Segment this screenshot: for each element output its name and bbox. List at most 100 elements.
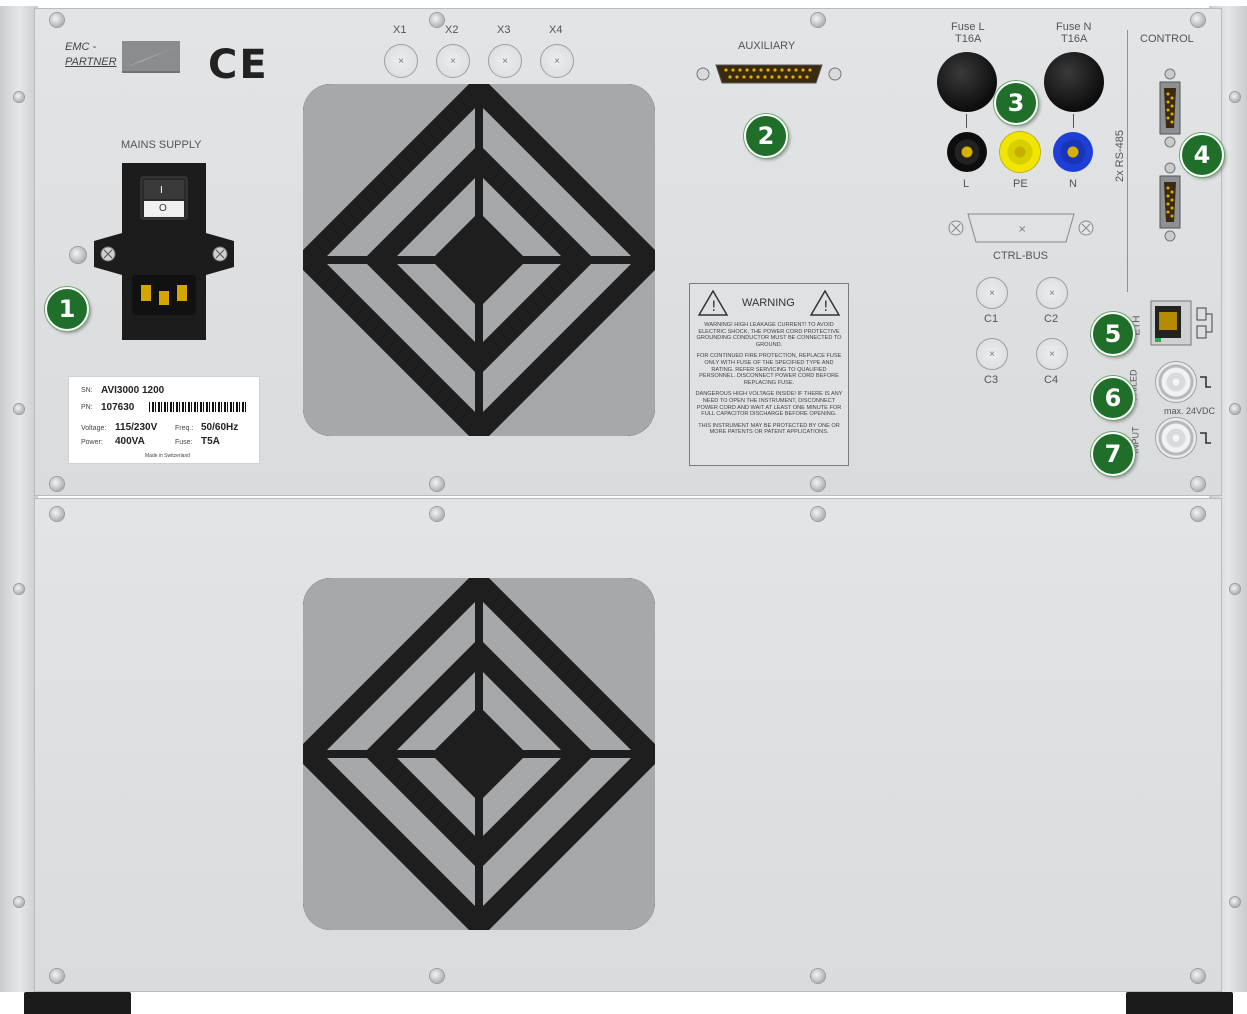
max-voltage-label: max. 24VDC bbox=[1164, 406, 1216, 416]
coupling-c1-socket[interactable]: × bbox=[976, 277, 1008, 309]
callout-7: 7 bbox=[1091, 432, 1135, 476]
callout-2: 2 bbox=[744, 114, 788, 158]
warning-triangle-icon: ! bbox=[698, 290, 728, 316]
fuse-key: Fuse: bbox=[175, 439, 193, 446]
fuse-l-line bbox=[966, 114, 967, 128]
fuse-n-label: Fuse N bbox=[1056, 21, 1092, 33]
callout-5: 5 bbox=[1091, 312, 1135, 356]
x3-label: X3 bbox=[497, 24, 511, 36]
output-x2-socket[interactable]: × bbox=[436, 44, 470, 78]
l-socket[interactable] bbox=[947, 132, 987, 172]
freq-key: Freq.: bbox=[175, 425, 194, 432]
sn-value: AVI3000 1200 bbox=[101, 385, 165, 396]
made-in: Made in Switzerland bbox=[145, 453, 191, 459]
screw-icon bbox=[1191, 969, 1205, 983]
power-value: 400VA bbox=[115, 436, 145, 447]
bnc-failed-output[interactable] bbox=[1156, 362, 1196, 402]
screw-icon bbox=[811, 969, 825, 983]
screw-icon bbox=[14, 584, 24, 594]
warning-paragraph: THIS INSTRUMENT MAY BE PROTECTED BY ONE … bbox=[698, 422, 840, 436]
voltage-key: Voltage: bbox=[81, 425, 107, 432]
voltage-value: 115/230V bbox=[115, 422, 158, 433]
rs485-port-2[interactable] bbox=[1157, 162, 1183, 242]
c4-label: C4 bbox=[1044, 374, 1059, 386]
screw-icon bbox=[1230, 404, 1240, 414]
fuse-n-line bbox=[1073, 114, 1074, 128]
pe-socket-label: PE bbox=[1013, 178, 1028, 190]
dsub-port-icon bbox=[1159, 162, 1181, 242]
warning-title: WARNING bbox=[742, 297, 795, 309]
pe-socket[interactable] bbox=[1000, 132, 1040, 172]
dsub-connector-icon: × bbox=[948, 213, 1094, 243]
screw-icon bbox=[50, 13, 64, 27]
fuse-value: T5A bbox=[201, 436, 220, 447]
control-divider bbox=[1127, 30, 1128, 292]
screw-icon bbox=[14, 897, 24, 907]
ctrl-bus-connector[interactable]: × bbox=[946, 212, 1096, 244]
dsub-port-icon bbox=[1159, 68, 1181, 148]
upper-fan-grille bbox=[303, 84, 655, 436]
screw-icon bbox=[430, 13, 444, 27]
mains-inlet-housing-icon bbox=[94, 163, 234, 340]
control-label: CONTROL bbox=[1140, 33, 1194, 45]
coupling-c2-socket[interactable]: × bbox=[1036, 277, 1068, 309]
screw-icon bbox=[14, 404, 24, 414]
fuse-n-holder[interactable] bbox=[1044, 52, 1104, 112]
output-x3-socket[interactable]: × bbox=[488, 44, 522, 78]
fuse-l-holder[interactable] bbox=[937, 52, 997, 112]
screw-icon bbox=[1230, 92, 1240, 102]
screw-icon bbox=[811, 507, 825, 521]
barcode bbox=[149, 402, 247, 412]
n-socket[interactable] bbox=[1053, 132, 1093, 172]
screw-icon bbox=[430, 507, 444, 521]
screw-icon bbox=[430, 477, 444, 491]
ctrl-bus-label: CTRL-BUS bbox=[993, 250, 1049, 262]
coupling-c4-socket[interactable]: × bbox=[1036, 338, 1068, 370]
left-foot bbox=[24, 992, 131, 1014]
brand-line-1: EMC - bbox=[65, 41, 97, 53]
warning-label: ! ! WARNING WARNING! HIGH LEAKAGE CURREN… bbox=[689, 283, 849, 466]
freq-value: 50/60Hz bbox=[201, 422, 239, 433]
chassis-left-rail bbox=[0, 6, 38, 992]
output-x1-socket[interactable]: × bbox=[384, 44, 418, 78]
svg-text:!: ! bbox=[823, 299, 829, 315]
screw-icon bbox=[50, 477, 64, 491]
screw-icon bbox=[1230, 897, 1240, 907]
brand-logo: EMC - PARTNER bbox=[64, 40, 184, 74]
pn-value: 107630 bbox=[101, 402, 135, 413]
n-socket-label: N bbox=[1069, 178, 1077, 190]
coupling-c3-socket[interactable]: × bbox=[976, 338, 1008, 370]
warning-text: WARNING! HIGH LEAKAGE CURRENT! TO AVOID … bbox=[694, 322, 844, 436]
ethernet-port[interactable] bbox=[1150, 300, 1192, 346]
ethernet-port-icon bbox=[1150, 300, 1192, 346]
rs485-label: 2x RS-485 bbox=[1113, 130, 1126, 182]
svg-text:!: ! bbox=[711, 299, 717, 315]
switch-off-symbol: O bbox=[159, 203, 167, 214]
svg-text:×: × bbox=[1018, 224, 1026, 235]
auxiliary-connector[interactable] bbox=[694, 62, 844, 86]
callout-6: 6 bbox=[1091, 376, 1135, 420]
screw-icon bbox=[811, 477, 825, 491]
fan-grille-icon bbox=[303, 578, 655, 930]
power-key: Power: bbox=[81, 439, 103, 446]
l-socket-label: L bbox=[963, 178, 970, 190]
mains-inlet[interactable]: I O bbox=[94, 163, 234, 340]
bnc-trigger-input[interactable] bbox=[1156, 418, 1196, 458]
rs485-port-1[interactable] bbox=[1157, 68, 1183, 148]
rating-label: SN: AVI3000 1200 PN: 107630 Voltage: 115… bbox=[68, 376, 260, 464]
brand-swoosh-icon bbox=[122, 41, 180, 73]
dsub-connector-icon bbox=[696, 64, 842, 84]
x4-label: X4 bbox=[549, 24, 563, 36]
callout-4: 4 bbox=[1180, 133, 1224, 177]
network-symbol-icon bbox=[1196, 307, 1213, 339]
output-x4-socket[interactable]: × bbox=[540, 44, 574, 78]
screw-icon bbox=[811, 13, 825, 27]
screw-icon bbox=[430, 969, 444, 983]
ce-mark: CE bbox=[208, 42, 269, 88]
pn-key: PN: bbox=[81, 404, 93, 411]
warning-triangle-icon: ! bbox=[810, 290, 840, 316]
callout-3: 3 bbox=[994, 81, 1038, 125]
fuse-l-rating: T16A bbox=[955, 33, 982, 45]
right-foot bbox=[1126, 992, 1233, 1014]
fuse-n-rating: T16A bbox=[1061, 33, 1088, 45]
